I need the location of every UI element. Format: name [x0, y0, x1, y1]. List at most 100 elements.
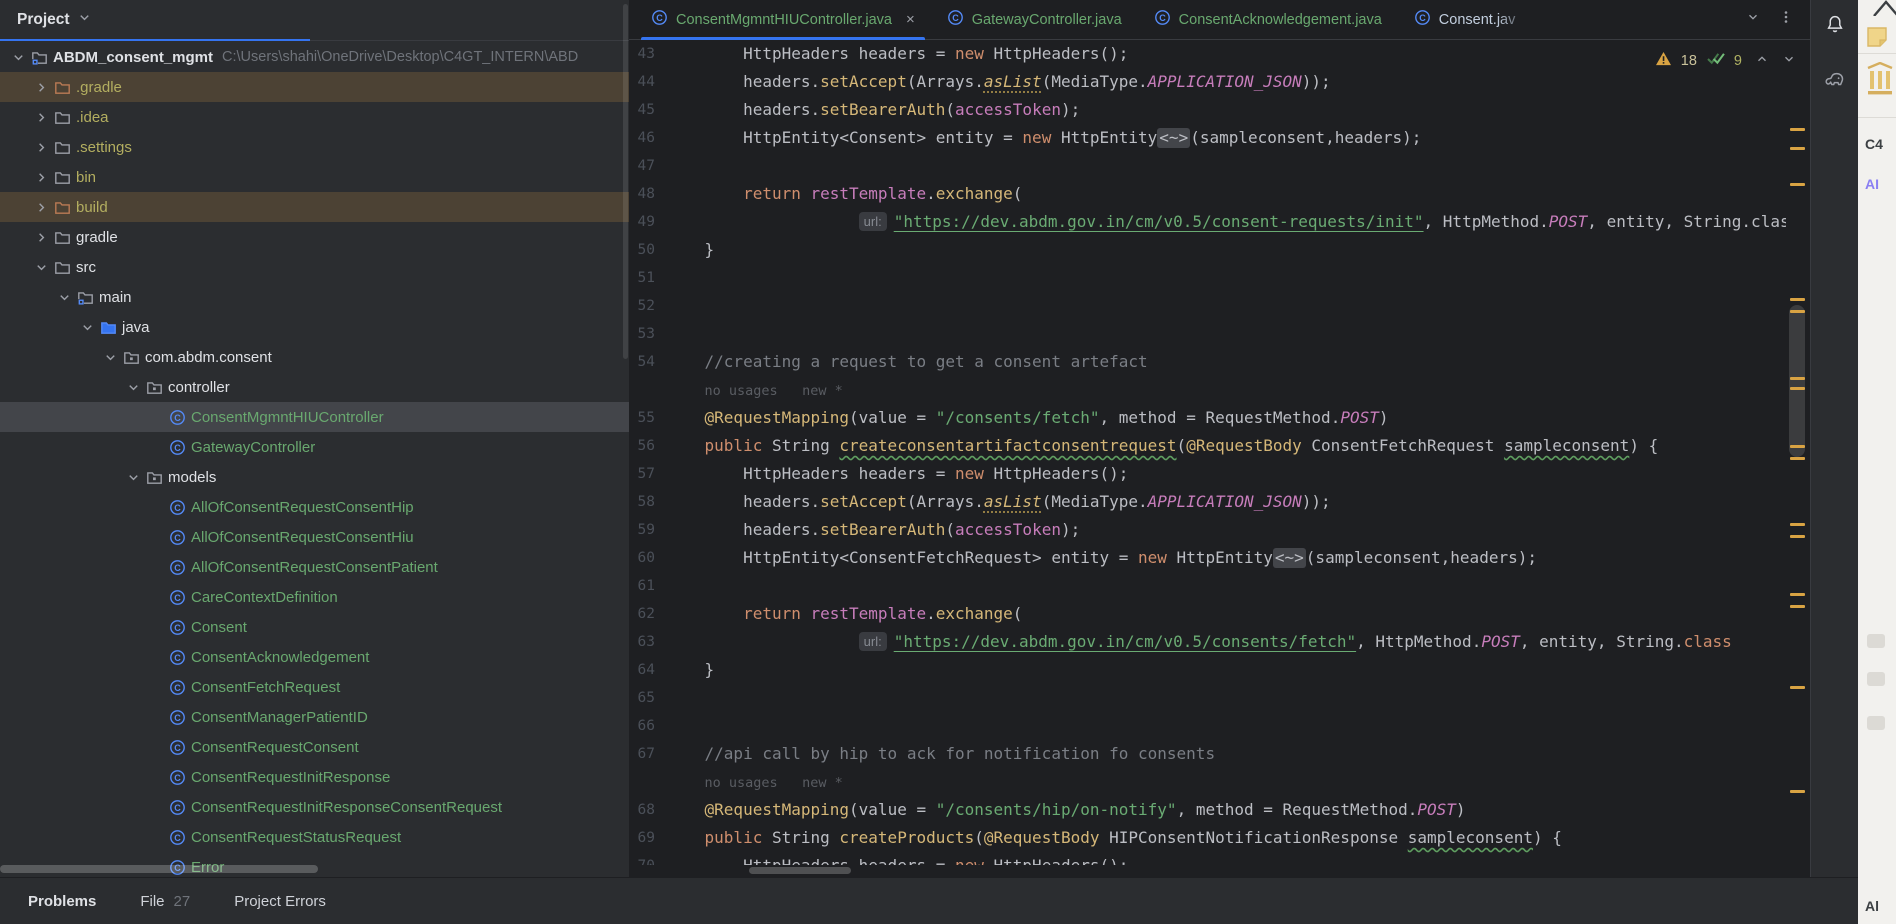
tree-item-consent[interactable]: CConsent	[0, 612, 629, 642]
warning-stripe-mark[interactable]	[1790, 128, 1805, 131]
warning-stripe-mark[interactable]	[1790, 605, 1805, 608]
line-number[interactable]: 44	[629, 68, 666, 96]
tree-item-consentacknowledgement[interactable]: CConsentAcknowledgement	[0, 642, 629, 672]
folded-generics-chip[interactable]: <~>	[1157, 128, 1190, 148]
tree-item-allofconsentrequestconsenthiu[interactable]: CAllOfConsentRequestConsentHiu	[0, 522, 629, 552]
warning-stripe-mark[interactable]	[1790, 183, 1805, 186]
tree-item-gradle[interactable]: gradle	[0, 222, 629, 252]
tree-item-main[interactable]: main	[0, 282, 629, 312]
line-number[interactable]	[629, 768, 666, 796]
close-tab-icon[interactable]: ×	[906, 11, 915, 28]
line-number[interactable]: 61	[629, 572, 666, 600]
line-number[interactable]: 45	[629, 96, 666, 124]
tree-item-consentrequestconsent[interactable]: CConsentRequestConsent	[0, 732, 629, 762]
tree-item-src[interactable]: src	[0, 252, 629, 282]
warning-stripe-mark[interactable]	[1790, 686, 1805, 689]
chevron-expanded-icon[interactable]	[56, 289, 73, 306]
sticky-note-icon[interactable]	[1866, 26, 1888, 48]
line-number[interactable]: 57	[629, 460, 666, 488]
error-stripe[interactable]	[1786, 40, 1810, 877]
panel-item-icon[interactable]	[1867, 672, 1885, 686]
gradle-elephant-icon[interactable]	[1821, 66, 1849, 94]
line-number[interactable]: 58	[629, 488, 666, 516]
chevron-expanded-icon[interactable]	[10, 49, 27, 66]
line-number[interactable]: 62	[629, 600, 666, 628]
warning-stripe-mark[interactable]	[1790, 298, 1805, 301]
chevron-collapsed-icon[interactable]	[33, 199, 50, 216]
tree-vertical-scrollbar[interactable]	[623, 4, 628, 359]
editor-vertical-scrollbar[interactable]	[1789, 305, 1805, 457]
tree-item--idea[interactable]: .idea	[0, 102, 629, 132]
warning-stripe-mark[interactable]	[1790, 523, 1805, 526]
line-number[interactable]: 43	[629, 40, 666, 68]
tree-item-consentmgmnthiucontroller[interactable]: CConsentMgmntHIUController	[0, 402, 629, 432]
line-number[interactable]: 66	[629, 712, 666, 740]
tree-item-com-abdm-consent[interactable]: com.abdm.consent	[0, 342, 629, 372]
chevron-expanded-icon[interactable]	[102, 349, 119, 366]
notifications-bell-icon[interactable]	[1821, 10, 1849, 38]
problems-tool-window-label[interactable]: Problems	[28, 893, 96, 910]
line-number[interactable]: 46	[629, 124, 666, 152]
line-number[interactable]: 47	[629, 152, 666, 180]
tree-item-consentrequestinitresponse[interactable]: CConsentRequestInitResponse	[0, 762, 629, 792]
warning-stripe-mark[interactable]	[1790, 377, 1805, 380]
tree-item-allofconsentrequestconsentpatient[interactable]: CAllOfConsentRequestConsentPatient	[0, 552, 629, 582]
tab-project-errors[interactable]: Project Errors	[234, 893, 326, 910]
line-number[interactable]: 64	[629, 656, 666, 684]
tree-item-bin[interactable]: bin	[0, 162, 629, 192]
warning-stripe-mark[interactable]	[1790, 457, 1805, 460]
tree-item-build[interactable]: build	[0, 192, 629, 222]
panel-item-icon[interactable]	[1867, 716, 1885, 730]
warning-stripe-mark[interactable]	[1790, 310, 1805, 313]
editor-tab-consentmgmnthiucontroller-java[interactable]: CConsentMgmntHIUController.java×	[635, 0, 931, 40]
project-panel-header[interactable]: Project	[0, 0, 629, 41]
line-number[interactable]: 63	[629, 628, 666, 656]
editor-tab-consentacknowledgement-java[interactable]: CConsentAcknowledgement.java	[1138, 0, 1398, 40]
tree-item-abdm-consent-mgmt[interactable]: ABDM_consent_mgmtC:\Users\shahi\OneDrive…	[0, 42, 629, 72]
line-number[interactable]: 53	[629, 320, 666, 348]
line-number[interactable]: 70	[629, 852, 666, 865]
tabs-dropdown-icon[interactable]	[1746, 10, 1760, 29]
chevron-expanded-icon[interactable]	[79, 319, 96, 336]
tree-item-java[interactable]: java	[0, 312, 629, 342]
chevron-expanded-icon[interactable]	[33, 259, 50, 276]
line-number[interactable]: 52	[629, 292, 666, 320]
tree-item-controller[interactable]: controller	[0, 372, 629, 402]
chevron-down-icon[interactable]	[77, 10, 92, 30]
pillar-icon[interactable]	[1866, 62, 1894, 96]
tree-item-consentfetchrequest[interactable]: CConsentFetchRequest	[0, 672, 629, 702]
tree-item--gradle[interactable]: .gradle	[0, 72, 629, 102]
editor-tab-consent-jav[interactable]: CConsent.jav	[1398, 0, 1532, 40]
tree-item-consentrequestinitresponseconsentrequest[interactable]: CConsentRequestInitResponseConsentReques…	[0, 792, 629, 822]
chevron-collapsed-icon[interactable]	[33, 109, 50, 126]
tree-item--settings[interactable]: .settings	[0, 132, 629, 162]
previous-problem-button[interactable]	[1755, 52, 1769, 70]
warning-stripe-mark[interactable]	[1790, 147, 1805, 150]
warning-stripe-mark[interactable]	[1790, 387, 1805, 390]
line-number[interactable]: 68	[629, 796, 666, 824]
line-number[interactable]: 60	[629, 544, 666, 572]
line-number[interactable]: 55	[629, 404, 666, 432]
line-number[interactable]: 51	[629, 264, 666, 292]
tree-item-carecontextdefinition[interactable]: CCareContextDefinition	[0, 582, 629, 612]
line-number[interactable]: 48	[629, 180, 666, 208]
chevron-expanded-icon[interactable]	[125, 469, 142, 486]
chevron-collapsed-icon[interactable]	[33, 139, 50, 156]
line-number[interactable]: 49	[629, 208, 666, 236]
line-number[interactable]: 67	[629, 740, 666, 768]
editor-tab-gatewaycontroller-java[interactable]: CGatewayController.java	[931, 0, 1138, 40]
tree-item-models[interactable]: models	[0, 462, 629, 492]
warning-stripe-mark[interactable]	[1790, 790, 1805, 793]
chevron-expanded-icon[interactable]	[125, 379, 142, 396]
warning-stripe-mark[interactable]	[1790, 535, 1805, 538]
line-number[interactable]: 69	[629, 824, 666, 852]
tree-item-gatewaycontroller[interactable]: CGatewayController	[0, 432, 629, 462]
code-viewport[interactable]: 43 HttpHeaders headers = new HttpHeaders…	[629, 40, 1786, 865]
line-number[interactable]: 59	[629, 516, 666, 544]
tree-item-consentrequeststatusrequest[interactable]: CConsentRequestStatusRequest	[0, 822, 629, 852]
tree-item-allofconsentrequestconsenthip[interactable]: CAllOfConsentRequestConsentHip	[0, 492, 629, 522]
folded-generics-chip[interactable]: <~>	[1273, 548, 1306, 568]
tab-file[interactable]: File 27	[140, 893, 190, 910]
line-number[interactable]: 65	[629, 684, 666, 712]
panel-item-icon[interactable]	[1867, 634, 1885, 648]
